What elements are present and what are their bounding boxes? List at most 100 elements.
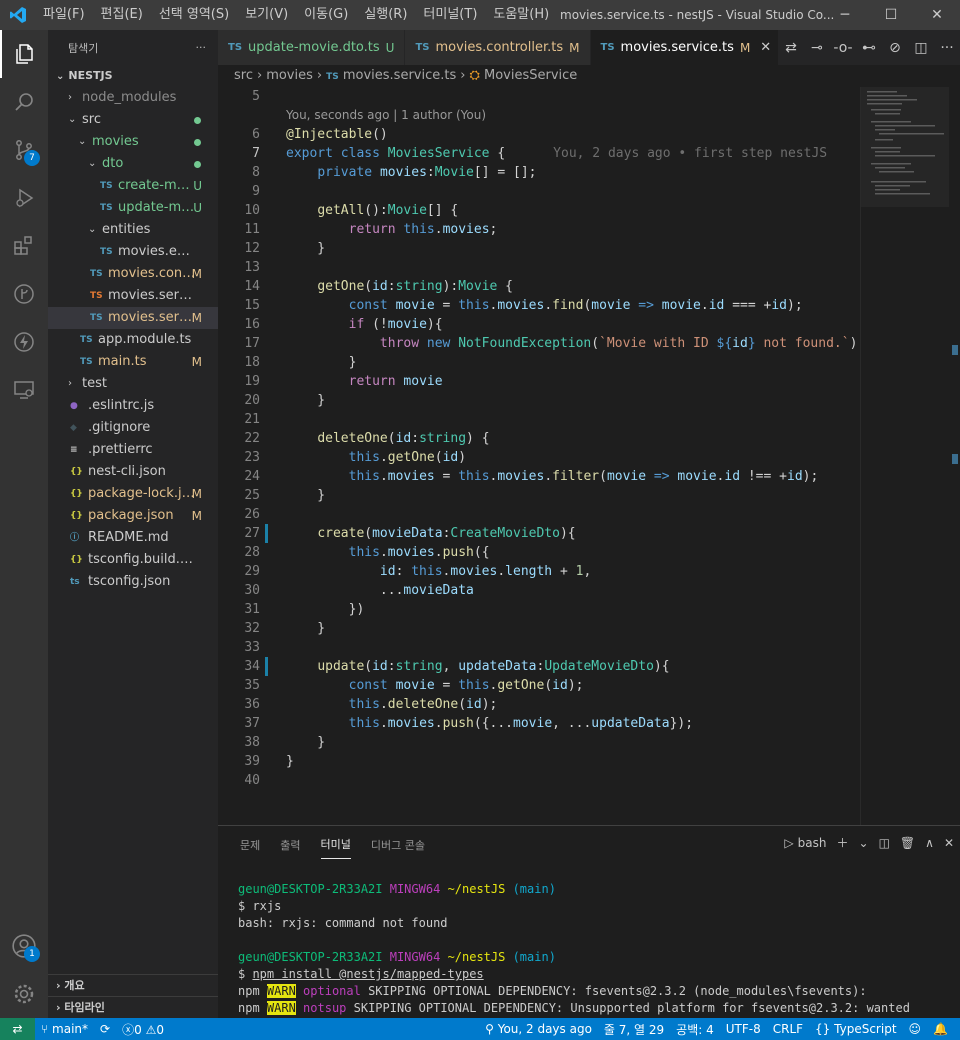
terminal-output[interactable]: geun@DESKTOP-2R33A2I MINGW64 ~/nestJS (m… — [238, 864, 910, 1017]
tree-file[interactable]: ts tsconfig.json — [48, 571, 218, 593]
outline-section[interactable]: › 개요 — [48, 974, 218, 996]
tree-folder[interactable]: › node_modules — [48, 87, 218, 109]
maximize-panel-icon[interactable]: ∧ — [925, 836, 934, 850]
tree-file[interactable]: ● .eslintrc.js — [48, 395, 218, 417]
tree-file[interactable]: ≡ .prettierrc — [48, 439, 218, 461]
cursor-position[interactable]: 줄 7, 열 29 — [604, 1021, 664, 1038]
panel-tab[interactable]: 문제 — [240, 829, 260, 859]
next-change-icon[interactable]: ⊷ — [856, 40, 882, 56]
menu-item[interactable]: 보기(V) — [237, 0, 296, 30]
tree-file[interactable]: TS update-mov...U — [48, 197, 218, 219]
terminal-shell-label[interactable]: bash — [798, 836, 827, 850]
minimize-icon[interactable]: ─ — [822, 0, 868, 30]
gutter-modified-marker[interactable] — [265, 524, 268, 543]
tree-item-label: create-movi... — [118, 178, 196, 193]
tree-folder[interactable]: ⌄ src — [48, 109, 218, 131]
git-graph-icon[interactable] — [0, 270, 48, 318]
settings-gear-icon[interactable] — [0, 970, 48, 1018]
indentation[interactable]: 공백: 4 — [676, 1021, 714, 1038]
code-text: this.movies.push({ — [348, 545, 490, 560]
more-icon[interactable]: ··· — [934, 40, 960, 56]
sync-icon[interactable]: ⟳ — [100, 1022, 110, 1036]
panel-tab[interactable]: 출력 — [280, 829, 300, 859]
tree-file[interactable]: TS movies.servic...M — [48, 307, 218, 329]
tree-file[interactable]: {} nest-cli.json — [48, 461, 218, 483]
terminal-dropdown-icon[interactable]: ⌄ — [859, 836, 869, 850]
editor-scrollbar[interactable] — [948, 87, 960, 825]
language-mode[interactable]: {} TypeScript — [815, 1022, 896, 1036]
close-panel-icon[interactable]: ✕ — [944, 836, 954, 850]
tree-folder[interactable]: ⌄ movies — [48, 131, 218, 153]
tree-folder[interactable]: › test — [48, 373, 218, 395]
problems-status[interactable]: ⓧ0 ⚠0 — [122, 1021, 164, 1038]
breadcrumb-movies[interactable]: movies — [266, 68, 313, 83]
tree-file[interactable]: {} package.json M — [48, 505, 218, 527]
menu-item[interactable]: 터미널(T) — [415, 0, 485, 30]
menu-item[interactable]: 도움말(H) — [485, 0, 557, 30]
split-editor-icon[interactable]: ◫ — [908, 40, 934, 56]
tree-file[interactable]: TS app.module.ts — [48, 329, 218, 351]
editor-tab[interactable]: TS movies.controller.ts M — [405, 30, 591, 65]
compare-changes-icon[interactable]: ⇄ — [778, 40, 804, 56]
panel-tab[interactable]: 디버그 콘솔 — [371, 829, 425, 859]
menu-item[interactable]: 이동(G) — [296, 0, 356, 30]
breadcrumb-symbol[interactable]: MoviesService — [484, 68, 577, 83]
previous-change-icon[interactable]: ⊸ — [804, 40, 830, 56]
eslint-file-icon: ● — [70, 401, 78, 411]
new-terminal-icon[interactable]: ＋ — [836, 834, 848, 851]
tree-file[interactable]: {} tsconfig.build.json — [48, 549, 218, 571]
timeline-section[interactable]: › 타임라인 — [48, 996, 218, 1018]
encoding[interactable]: UTF-8 — [726, 1022, 761, 1036]
remote-indicator-icon[interactable]: ⇄ — [0, 1018, 35, 1040]
source-control-icon[interactable]: 7 — [0, 126, 48, 174]
editor-tab[interactable]: TS movies.service.ts M ✕ — [590, 30, 783, 65]
tree-file[interactable]: {} package-lock.json M — [48, 483, 218, 505]
timeline-dot-icon[interactable]: -o- — [830, 40, 856, 56]
extensions-icon[interactable] — [0, 222, 48, 270]
maximize-icon[interactable]: ☐ — [868, 0, 914, 30]
tree-folder[interactable]: ⌄ dto — [48, 153, 218, 175]
explorer-icon[interactable] — [0, 30, 48, 78]
more-actions-icon[interactable]: ··· — [196, 41, 207, 54]
close-tab-icon[interactable]: ✕ — [760, 40, 771, 55]
notifications-icon[interactable]: 🔔 — [933, 1022, 948, 1036]
code-line: 7 export class MoviesService {You, 2 days… — [218, 144, 860, 163]
tree-item-label: nest-cli.json — [88, 464, 166, 479]
open-changes-icon[interactable]: ⊘ — [882, 40, 908, 56]
account-icon[interactable]: 1 — [0, 922, 48, 970]
thunder-icon[interactable] — [0, 318, 48, 366]
tree-file[interactable]: TS movies.service.spe... — [48, 285, 218, 307]
breadcrumb-src[interactable]: src — [234, 68, 253, 83]
gutter-modified-marker[interactable] — [265, 657, 268, 676]
breadcrumb-file[interactable]: movies.service.ts — [343, 68, 456, 83]
run-debug-icon[interactable] — [0, 174, 48, 222]
menu-item[interactable]: 편집(E) — [93, 0, 151, 30]
code-editor[interactable]: You, seconds ago | 1 author (You) 5 6 @Inj… — [218, 87, 960, 825]
trash-icon[interactable]: 🗑 — [900, 836, 915, 850]
menu-item[interactable]: 실행(R) — [356, 0, 415, 30]
search-icon[interactable] — [0, 78, 48, 126]
remote-explorer-icon[interactable] — [0, 366, 48, 414]
end-of-line[interactable]: CRLF — [773, 1022, 803, 1036]
tree-file[interactable]: TS main.ts M — [48, 351, 218, 373]
panel-tab[interactable]: 터미널 — [320, 828, 351, 859]
feedback-icon[interactable]: ☺ — [909, 1022, 922, 1036]
close-icon[interactable]: ✕ — [914, 0, 960, 30]
codelens-authors[interactable]: You, seconds ago | 1 author (You) — [286, 108, 486, 122]
tree-file[interactable]: TS movies.contr... M — [48, 263, 218, 285]
split-terminal-icon[interactable]: ◫ — [879, 836, 890, 850]
tree-file[interactable]: TS create-movi...U — [48, 175, 218, 197]
tree-file[interactable]: ◆ .gitignore — [48, 417, 218, 439]
blame-status[interactable]: ⚲ You, 2 days ago — [485, 1022, 592, 1036]
tree-folder[interactable]: ⌄ entities — [48, 219, 218, 241]
editor-tab[interactable]: TS update-movie.dto.ts U — [218, 30, 406, 65]
menu-item[interactable]: 파일(F) — [35, 0, 93, 30]
tree-file[interactable]: TS movies.entity.ts — [48, 241, 218, 263]
branch-status[interactable]: ⑂ main* — [41, 1022, 88, 1036]
tree-file[interactable]: ⓘ README.md — [48, 527, 218, 549]
json-file-icon: {} — [70, 555, 83, 565]
workspace-root[interactable]: ⌄ NESTJS — [48, 65, 218, 87]
minimap[interactable] — [860, 87, 949, 825]
timeline-label: 타임라인 — [64, 1001, 105, 1014]
menu-item[interactable]: 선택 영역(S) — [151, 0, 237, 30]
